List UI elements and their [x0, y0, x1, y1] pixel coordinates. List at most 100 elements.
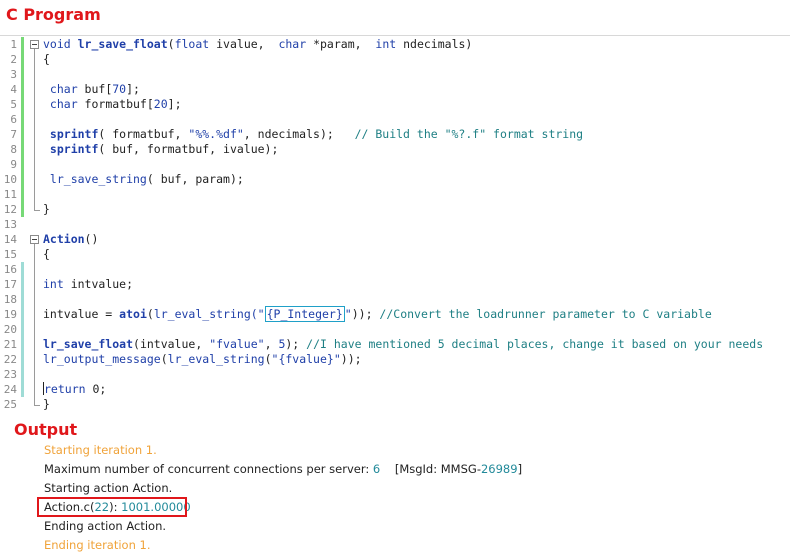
code-token: sprintf — [43, 127, 99, 141]
line-number: 10 — [3, 173, 17, 186]
code-token: char — [43, 82, 78, 96]
change-marker — [21, 337, 24, 352]
code-token: lr_save_string — [43, 172, 147, 186]
code-token: ndecimals) — [396, 37, 473, 51]
code-line[interactable]: 10 lr_save_string( buf, param); — [0, 172, 790, 187]
change-marker — [21, 322, 24, 337]
code-token: void — [43, 37, 78, 51]
code-text: Action() — [43, 232, 98, 247]
fold-collapse-icon[interactable] — [30, 40, 39, 49]
code-token: 0; — [85, 382, 107, 396]
line-number: 22 — [3, 353, 17, 366]
code-token: " — [344, 307, 352, 321]
code-line[interactable]: 17 int intvalue; — [0, 277, 790, 292]
line-number: 17 — [3, 278, 17, 291]
line-number: 23 — [3, 368, 17, 381]
output-line: Ending iteration 1. — [44, 536, 151, 554]
code-token: ( buf, formatbuf, ivalue); — [98, 142, 279, 156]
line-number: 24 — [3, 383, 17, 396]
code-token: buf[ — [77, 82, 113, 96]
change-marker — [21, 97, 24, 112]
code-text: char formatbuf[20]; — [43, 97, 182, 112]
code-line[interactable]: 3 — [0, 67, 790, 82]
code-token: lr_eval_string — [167, 352, 265, 366]
code-token: float — [174, 37, 210, 51]
output-section-title: Output — [14, 420, 78, 439]
code-text: lr_output_message(lr_eval_string("{fvalu… — [43, 352, 362, 367]
code-text: { — [43, 52, 50, 67]
code-token: "%%.%df" — [188, 127, 244, 141]
code-token: int — [43, 277, 64, 291]
change-marker — [21, 202, 24, 217]
code-token: int — [375, 37, 397, 51]
code-line[interactable]: 19 intvalue = atoi(lr_eval_string(" {P_Int… — [0, 306, 790, 322]
code-line[interactable]: 8 sprintf( buf, formatbuf, ivalue); — [0, 142, 790, 157]
line-number: 19 — [3, 308, 17, 321]
code-line[interactable]: 4 char buf[70]; — [0, 82, 790, 97]
output-token: Maximum number of concurrent connections… — [44, 462, 373, 476]
fold-end-marker — [34, 210, 40, 211]
code-token: atoi — [119, 307, 147, 321]
line-number: 7 — [10, 128, 17, 141]
change-marker — [21, 352, 24, 367]
line-number: 15 — [3, 248, 17, 261]
line-number: 5 — [10, 98, 17, 111]
code-text: } — [43, 202, 50, 217]
code-text: char buf[70]; — [43, 82, 140, 97]
code-line[interactable]: 5 char formatbuf[20]; — [0, 97, 790, 112]
code-line[interactable]: 22 lr_output_message(lr_eval_string("{fva… — [0, 352, 790, 367]
code-token: ( buf, param); — [146, 172, 244, 186]
line-number: 9 — [10, 158, 17, 171]
fold-guide-line — [34, 49, 35, 210]
code-token: lr_save_float — [77, 37, 168, 51]
code-line[interactable]: 15 { — [0, 247, 790, 262]
line-number: 13 — [3, 218, 17, 231]
code-line[interactable]: 20 — [0, 322, 790, 337]
line-number: 16 — [3, 263, 17, 276]
code-token: ivalue, — [209, 37, 279, 51]
change-marker — [21, 292, 24, 307]
code-text: sprintf( formatbuf, "%%.%df", ndecimals)… — [43, 127, 583, 142]
code-token: ]; — [126, 82, 140, 96]
change-marker — [21, 157, 24, 172]
output-token: ] — [517, 462, 523, 476]
code-line[interactable]: 25} — [0, 397, 790, 412]
code-token: 70 — [112, 82, 127, 96]
change-marker — [21, 277, 24, 292]
code-line[interactable]: 7 sprintf( formatbuf, "%%.%df", ndecimal… — [0, 127, 790, 142]
code-line[interactable]: 9 — [0, 157, 790, 172]
code-token: (" — [250, 307, 265, 321]
output-line: Starting action Action. — [44, 479, 172, 497]
code-line[interactable]: 14 Action() — [0, 232, 790, 247]
code-token: )); — [351, 307, 380, 321]
code-token: ( — [167, 37, 175, 51]
code-token: { — [43, 247, 50, 261]
code-token: intvalue; — [63, 277, 134, 291]
line-number: 6 — [10, 113, 17, 126]
code-line[interactable]: 18 — [0, 292, 790, 307]
code-editor[interactable]: 1 void lr_save_float(float ivalue, char *… — [0, 35, 790, 413]
output-token: Ending iteration 1. — [44, 538, 151, 552]
output-line: Maximum number of concurrent connections… — [44, 460, 522, 478]
code-line[interactable]: 12} — [0, 202, 790, 217]
code-line[interactable]: 23 — [0, 367, 790, 382]
code-token: lr_save_float — [43, 337, 134, 351]
code-line[interactable]: 13 — [0, 217, 790, 232]
code-line[interactable]: 6 — [0, 112, 790, 127]
code-line[interactable]: 24 return 0; — [0, 382, 790, 397]
code-section-title: C Program — [6, 5, 101, 24]
code-line[interactable]: 1 void lr_save_float(float ivalue, char *… — [0, 37, 790, 52]
code-token: //I have mentioned 5 decimal places, cha… — [306, 337, 764, 351]
output-token: Ending action Action. — [44, 519, 167, 533]
code-line[interactable]: 2{ — [0, 52, 790, 67]
code-line[interactable]: 21 lr_save_float(intvalue, "fvalue", 5); … — [0, 337, 790, 352]
code-token: ( formatbuf, — [98, 127, 189, 141]
fold-collapse-icon[interactable] — [30, 235, 39, 244]
output-token: Starting action Action. — [44, 481, 173, 495]
code-token: intvalue = — [43, 307, 120, 321]
output-token: 26989 — [480, 462, 518, 476]
code-token: char — [43, 97, 78, 111]
fold-guide-line — [34, 244, 35, 405]
code-line[interactable]: 16 — [0, 262, 790, 277]
code-line[interactable]: 11 — [0, 187, 790, 202]
